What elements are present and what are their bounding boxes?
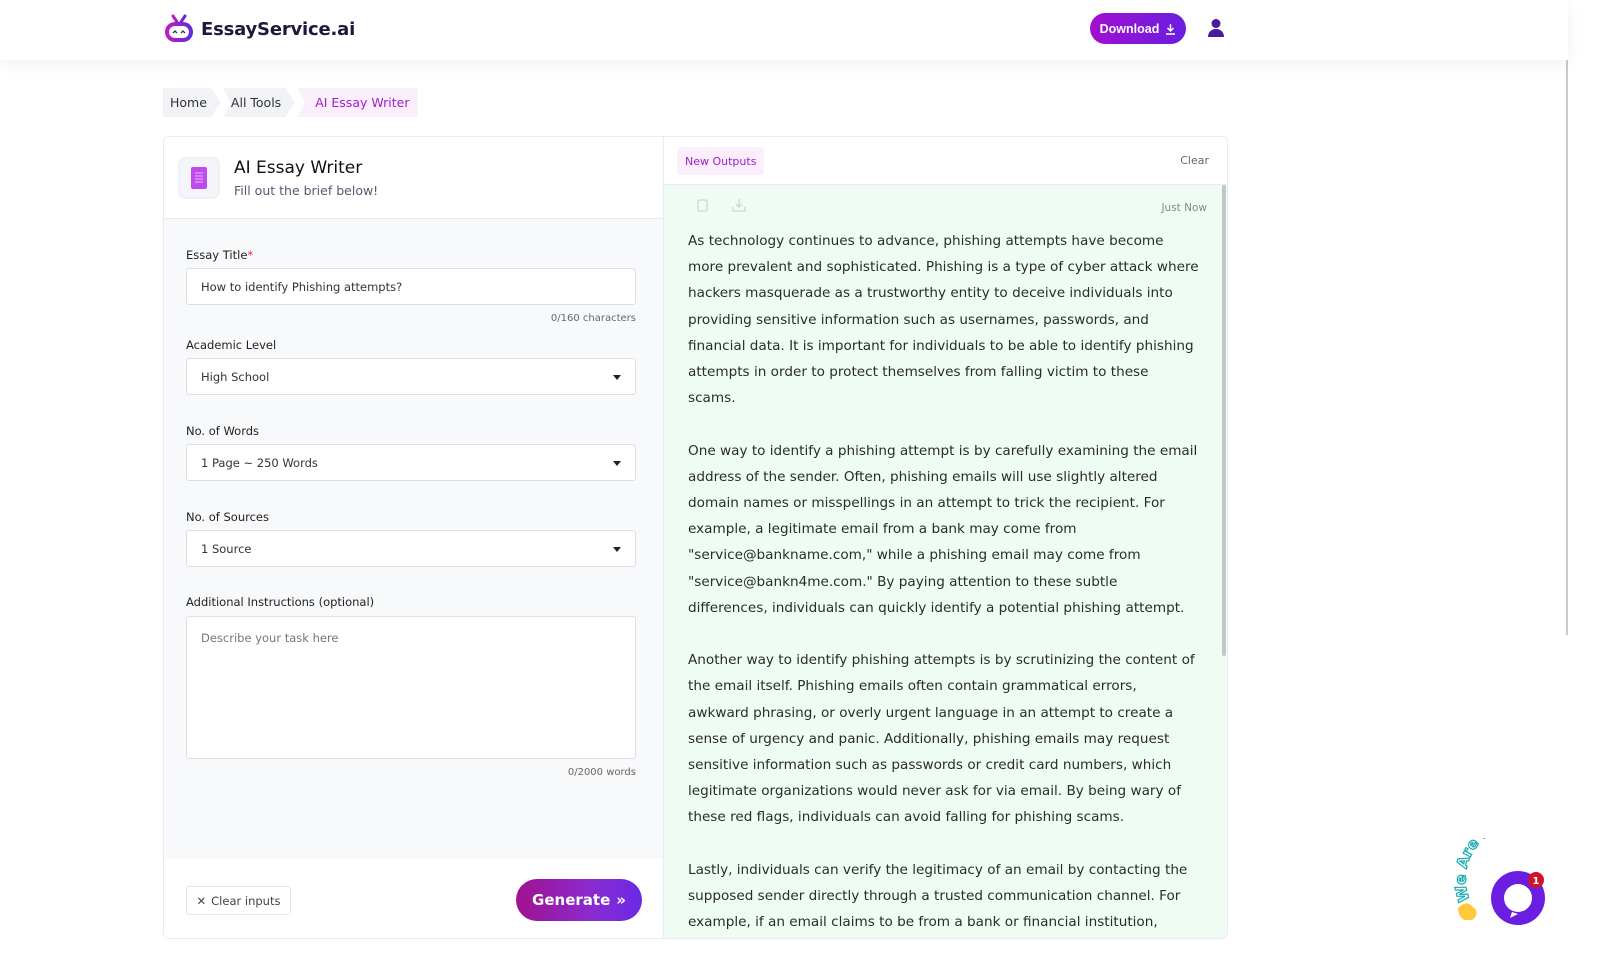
- breadcrumb-home[interactable]: Home: [163, 88, 221, 117]
- download-icon: [1166, 23, 1176, 35]
- tool-title: AI Essay Writer: [234, 158, 363, 178]
- sources-label: No. of Sources: [186, 510, 269, 524]
- document-icon: [178, 157, 220, 199]
- essay-text: As technology continues to advance, phis…: [688, 228, 1200, 938]
- essay-paragraph: Lastly, individuals can verify the legit…: [688, 861, 1188, 931]
- close-icon: ✕: [196, 893, 207, 908]
- form-footer: ✕ Clear inputs Generate»: [164, 859, 663, 938]
- chevron-down-icon: [613, 547, 621, 552]
- essay-title-label: Essay Title*: [186, 248, 254, 262]
- chat-widget[interactable]: We Are Here! 1: [1451, 811, 1568, 938]
- breadcrumb-all-tools[interactable]: All Tools: [223, 88, 295, 117]
- academic-level-label: Academic Level: [186, 338, 277, 352]
- title-char-count: 0/160 characters: [550, 313, 636, 324]
- download-button[interactable]: Download: [1090, 13, 1186, 44]
- instructions-label: Additional Instructions (optional): [186, 595, 375, 609]
- generate-button[interactable]: Generate»: [516, 879, 642, 921]
- copy-icon[interactable]: [697, 199, 709, 212]
- tool-header: AI Essay Writer Fill out the brief below…: [164, 137, 663, 219]
- input-panel: AI Essay Writer Fill out the brief below…: [164, 137, 664, 938]
- output-timestamp: Just Now: [1161, 202, 1207, 214]
- output-content: Just Now As technology continues to adva…: [664, 185, 1227, 938]
- tab-new-outputs[interactable]: New Outputs: [677, 147, 765, 175]
- robot-logo-icon: [165, 14, 193, 42]
- instructions-word-count: 0/2000 words: [567, 767, 636, 778]
- waving-hand-icon: [1458, 903, 1477, 920]
- tool-card: AI Essay Writer Fill out the brief below…: [163, 136, 1228, 939]
- essay-paragraph: One way to identify a phishing attempt i…: [688, 442, 1198, 616]
- output-scrollbar[interactable]: [1222, 185, 1226, 656]
- brand-name: EssayService.ai: [201, 18, 356, 40]
- essay-title-input[interactable]: How to identify Phishing attempts?: [186, 268, 636, 305]
- essay-form: Essay Title* How to identify Phishing at…: [164, 219, 663, 859]
- logo[interactable]: EssayService.ai: [163, 14, 355, 44]
- user-icon[interactable]: [1207, 18, 1225, 38]
- chevron-down-icon: [613, 461, 621, 466]
- download-label: Download: [1099, 21, 1160, 36]
- page-scrollbar[interactable]: [1566, 0, 1568, 635]
- clear-output-button[interactable]: Clear: [1180, 154, 1209, 167]
- sources-select[interactable]: 1 Source: [186, 530, 636, 567]
- breadcrumb-current: AI Essay Writer: [297, 88, 418, 117]
- download-icon[interactable]: [732, 198, 746, 212]
- chevron-down-icon: [613, 375, 621, 380]
- essay-paragraph: As technology continues to advance, phis…: [688, 233, 1199, 407]
- clear-inputs-button[interactable]: ✕ Clear inputs: [186, 886, 291, 915]
- badge-count: 1: [1533, 876, 1540, 887]
- tool-subtitle: Fill out the brief below!: [234, 183, 379, 198]
- instructions-textarea[interactable]: Describe your task here: [186, 616, 636, 759]
- words-label: No. of Words: [186, 424, 260, 438]
- top-bar: EssayService.ai Download: [0, 0, 1568, 60]
- output-header: New Outputs Clear: [664, 137, 1227, 185]
- words-select[interactable]: 1 Page ~ 250 Words: [186, 444, 636, 481]
- essay-paragraph: Another way to identify phishing attempt…: [688, 652, 1195, 826]
- breadcrumb: Home All Tools AI Essay Writer: [163, 88, 420, 117]
- output-panel: New Outputs Clear Just Now As technology…: [664, 137, 1227, 938]
- academic-level-select[interactable]: High School: [186, 358, 636, 395]
- double-chevron-right-icon: »: [616, 891, 626, 909]
